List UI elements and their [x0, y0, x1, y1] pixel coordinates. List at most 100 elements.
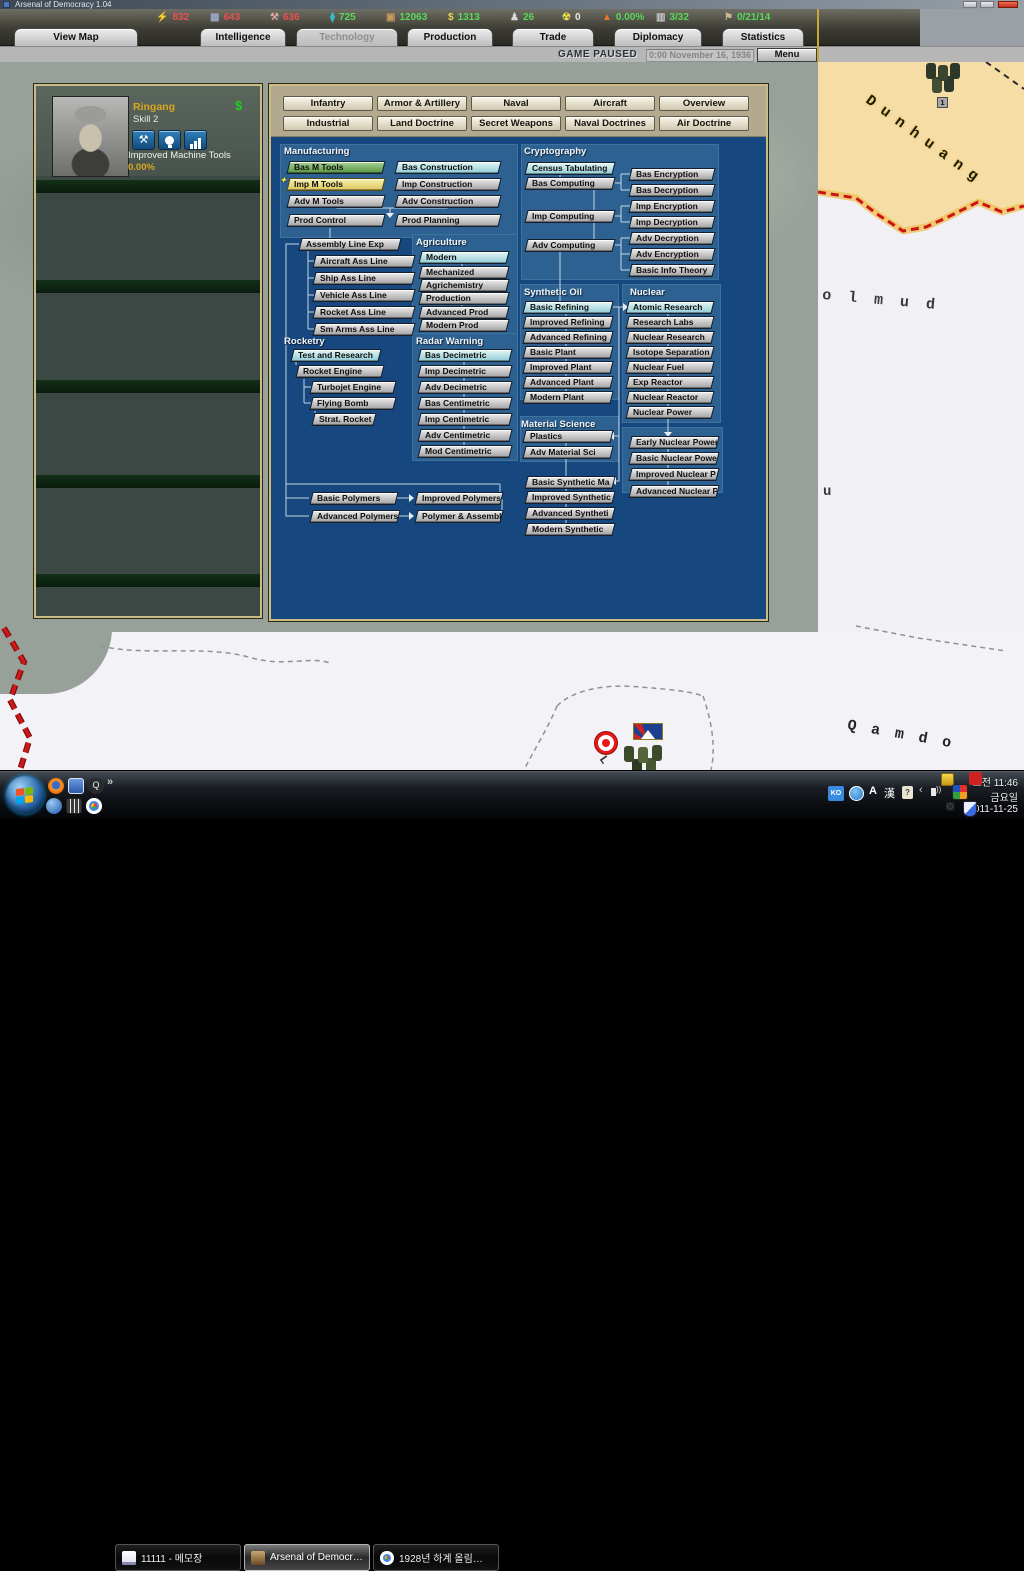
unit-count-badge[interactable]: 1	[937, 97, 948, 108]
ime-globe-icon[interactable]	[849, 786, 864, 801]
tech-item[interactable]: Improved Refining	[522, 316, 614, 329]
army-unit-dunhuang[interactable]	[926, 63, 936, 79]
minimize-button[interactable]	[963, 1, 977, 8]
tech-item[interactable]: Rocket Engine	[295, 365, 385, 378]
chrome-icon[interactable]	[86, 798, 102, 814]
msn-icon[interactable]	[46, 798, 62, 814]
tech-item[interactable]: Ship Ass Line	[312, 272, 416, 285]
tech-item[interactable]: Improved Nuclear P	[628, 468, 720, 481]
display-icon[interactable]	[68, 778, 84, 794]
tech-team-card[interactable]: Ringang Skill 2 $ ⚒ Improved Machine Too…	[36, 86, 260, 177]
tech-item[interactable]: Sm Arms Ass Line	[312, 323, 416, 336]
media-player-icon[interactable]: Q	[88, 778, 104, 794]
tech-item[interactable]: Imp Centimetric	[417, 413, 513, 426]
tech-tab-armor-artillery[interactable]: Armor & Artillery	[377, 96, 467, 111]
tech-item[interactable]: Agrichemistry	[418, 279, 510, 292]
tech-tab-infantry[interactable]: Infantry	[283, 96, 373, 111]
army-unit-tibet[interactable]	[624, 746, 634, 762]
taskbar-button-aod[interactable]: Arsenal of Democracy ...	[244, 1544, 370, 1571]
tech-item[interactable]: Advanced Syntheti	[524, 507, 616, 520]
tech-item[interactable]: Basic Nuclear Powe	[628, 452, 720, 465]
ime-help-icon[interactable]: ?	[902, 786, 913, 799]
tech-item[interactable]: Modern Plant	[522, 391, 614, 404]
tech-item[interactable]: Imp Decryption	[628, 216, 716, 229]
tech-item[interactable]: Basic Plant	[522, 346, 614, 359]
tech-item[interactable]: Adv Centimetric	[417, 429, 513, 442]
tech-item[interactable]: Adv Construction	[394, 195, 502, 208]
mute-x-icon[interactable]: ✖	[946, 802, 954, 813]
tray-chevron-icon[interactable]: ‹	[919, 784, 923, 796]
tech-tab-overview[interactable]: Overview	[659, 96, 749, 111]
tech-item[interactable]: Atomic Research	[625, 301, 715, 314]
tech-item[interactable]: Vehicle Ass Line	[312, 289, 416, 302]
capital-marker[interactable]	[595, 732, 617, 754]
tech-item[interactable]: Adv Decryption	[628, 232, 716, 245]
tab-view-map[interactable]: View Map	[14, 28, 138, 46]
tech-item[interactable]: Modern	[418, 251, 510, 264]
tech-item[interactable]: Mechanized	[418, 266, 510, 279]
graphics-tray-icon[interactable]	[952, 784, 968, 800]
tech-item[interactable]: Nuclear Fuel	[625, 361, 715, 374]
tech-tab-industrial[interactable]: Industrial	[283, 116, 373, 131]
ime-alpha-icon[interactable]: A	[869, 785, 877, 797]
adobe-tray-icon[interactable]	[969, 772, 982, 785]
tech-item[interactable]: Census Tabulating	[524, 162, 616, 175]
tech-item[interactable]: Imp Encryption	[628, 200, 716, 213]
tech-tab-secret-weapons[interactable]: Secret Weapons	[471, 116, 561, 131]
tech-item[interactable]: Bas M Tools	[286, 161, 386, 174]
tech-item[interactable]: Basic Synthetic Ma	[524, 476, 616, 489]
tech-item[interactable]: Aircraft Ass Line	[312, 255, 416, 268]
tech-item[interactable]: Basic Refining	[522, 301, 614, 314]
tech-item[interactable]: Adv Decimetric	[417, 381, 513, 394]
quick-launch-chevron[interactable]: »	[107, 776, 123, 792]
tech-item[interactable]: Mod Centimetric	[417, 445, 513, 458]
tech-item[interactable]: Adv Encryption	[628, 248, 716, 261]
tech-tab-land-doctrine[interactable]: Land Doctrine	[377, 116, 467, 131]
maximize-button[interactable]	[980, 1, 994, 8]
tech-item[interactable]: Advanced Polymers	[309, 510, 401, 523]
window-titlebar[interactable]: Arsenal of Democracy 1.04	[0, 0, 1024, 9]
tech-item[interactable]: Strat. Rocket	[311, 413, 377, 426]
tech-tab-aircraft[interactable]: Aircraft	[565, 96, 655, 111]
tech-item[interactable]: Imp Decimetric	[417, 365, 513, 378]
tech-item[interactable]: Test and Research	[290, 349, 382, 362]
tech-item[interactable]: Bas Decimetric	[417, 349, 513, 362]
tech-item[interactable]: Rocket Ass Line	[312, 306, 416, 319]
tech-item[interactable]: Bas Encryption	[628, 168, 716, 181]
close-button[interactable]	[998, 1, 1018, 8]
tech-item[interactable]: Bas Decryption	[628, 184, 716, 197]
tech-item[interactable]: Imp Computing	[524, 210, 616, 223]
tech-item[interactable]: Turbojet Engine	[309, 381, 397, 394]
tech-item[interactable]: Flying Bomb	[309, 397, 397, 410]
tech-item[interactable]: Exp Reactor	[625, 376, 715, 389]
tech-tab-naval-doctrines[interactable]: Naval Doctrines	[565, 116, 655, 131]
tech-item[interactable]: Plastics	[522, 430, 614, 443]
tech-item[interactable]: Polymer & Assembly	[414, 510, 504, 523]
tech-item[interactable]: Bas Construction	[394, 161, 502, 174]
tech-item[interactable]: Nuclear Reactor	[625, 391, 715, 404]
tech-item[interactable]: Basic Info Theory	[628, 264, 716, 277]
tech-item[interactable]: Assembly Line Exp	[298, 238, 402, 251]
tech-item[interactable]: Bas Centimetric	[417, 397, 513, 410]
tech-item[interactable]: Production	[418, 292, 510, 305]
tab-intelligence[interactable]: Intelligence	[200, 28, 286, 46]
tab-production[interactable]: Production	[407, 28, 493, 46]
tech-item[interactable]: Advanced Refining	[522, 331, 614, 344]
tech-item[interactable]: Modern Prod	[418, 319, 510, 332]
tech-item[interactable]: Advanced Prod	[418, 306, 510, 319]
wrench-icon[interactable]: ⚒	[132, 130, 155, 150]
defender-shield-icon[interactable]	[963, 801, 977, 817]
movie-maker-icon[interactable]	[66, 798, 82, 814]
tech-item[interactable]: Imp Construction	[394, 178, 502, 191]
date-time-display[interactable]: 0:00 November 16, 1936	[646, 49, 754, 62]
tech-item[interactable]: Modern Synthetic	[524, 523, 616, 536]
tab-trade[interactable]: Trade	[512, 28, 594, 46]
tech-item[interactable]: Prod Planning	[394, 214, 502, 227]
tab-statistics[interactable]: Statistics	[722, 28, 804, 46]
tab-technology[interactable]: Technology	[296, 28, 398, 46]
ime-hanja-icon[interactable]: 漢	[884, 785, 895, 801]
tech-item[interactable]: Advanced Nuclear P	[628, 485, 720, 498]
ime-korean-icon[interactable]: KO	[828, 786, 844, 801]
tab-diplomacy[interactable]: Diplomacy	[614, 28, 702, 46]
tech-item[interactable]: Improved Plant	[522, 361, 614, 374]
